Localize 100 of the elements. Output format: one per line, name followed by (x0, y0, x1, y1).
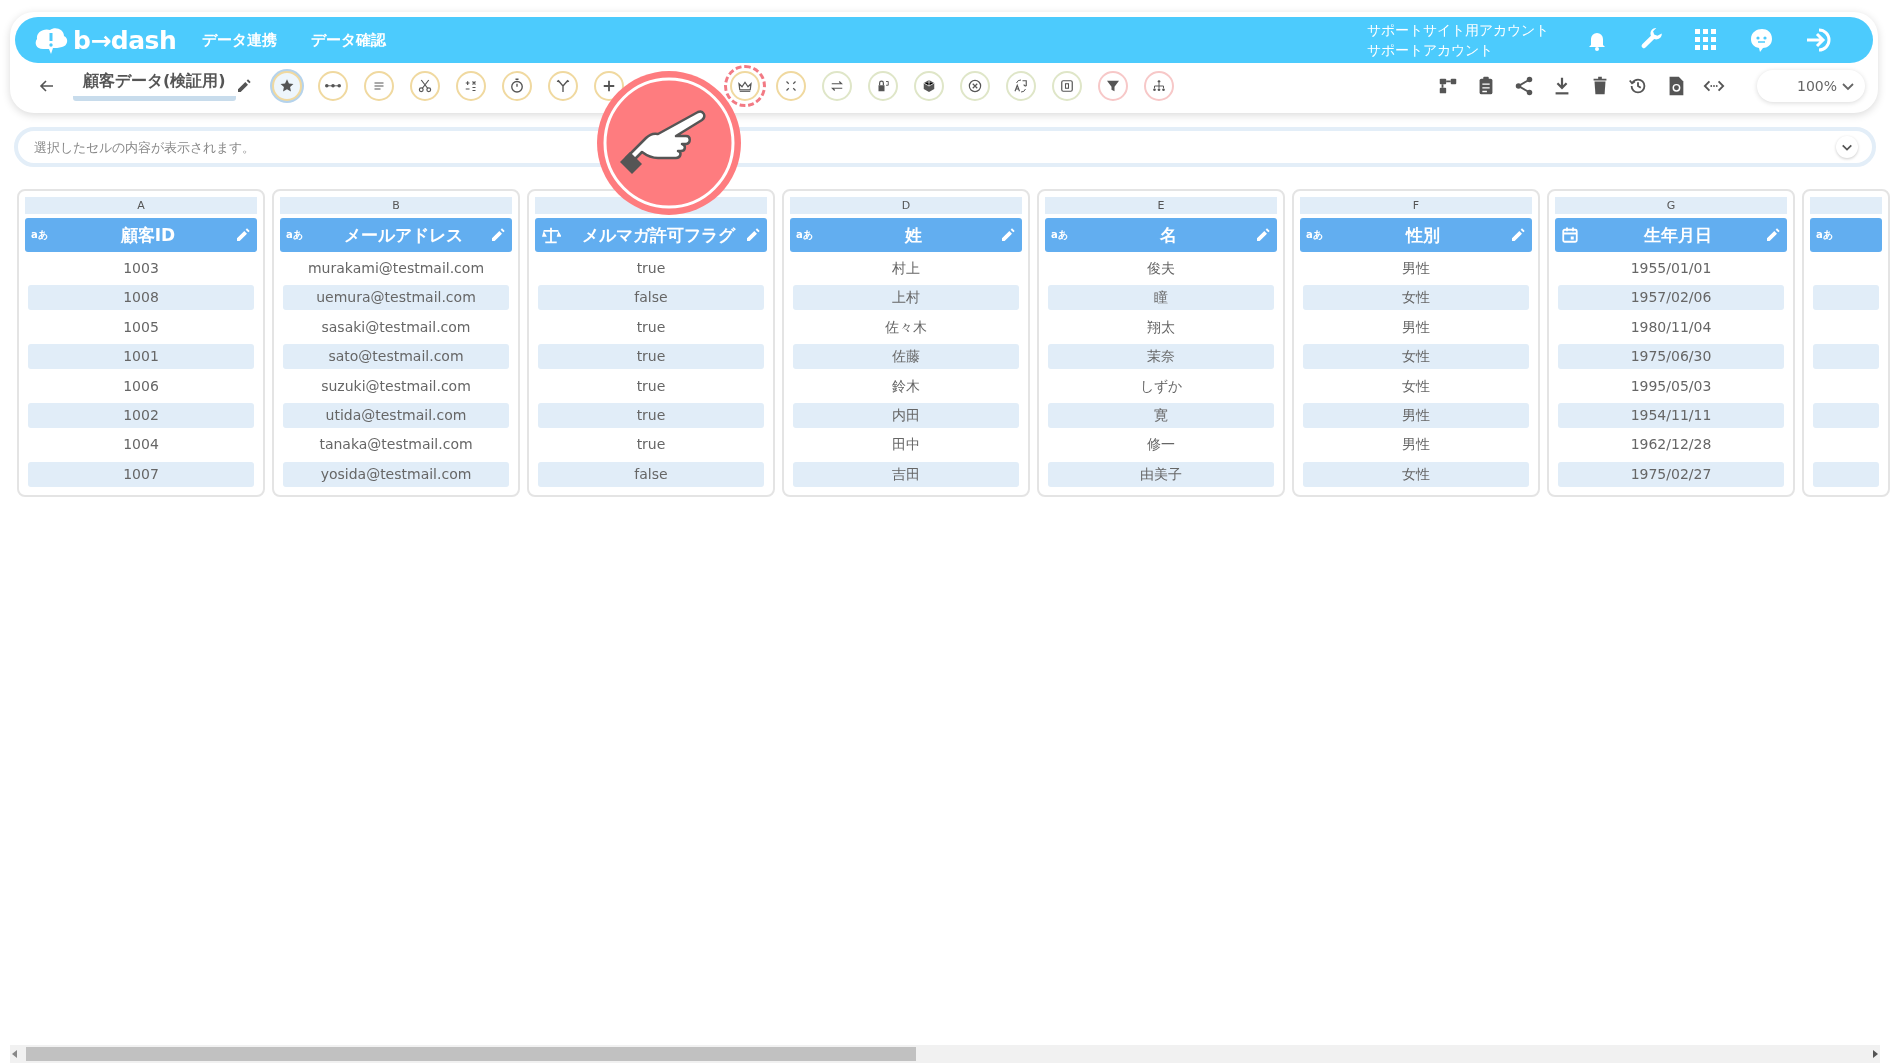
empty-cell[interactable] (1813, 344, 1879, 370)
table-cell[interactable]: 佐々木 (793, 314, 1019, 340)
table-cell[interactable]: 1975/06/30 (1558, 344, 1784, 370)
table-cell[interactable]: murakami@testmail.com (283, 256, 509, 281)
table-cell[interactable]: 修一 (1048, 432, 1274, 458)
column-title: メールアドレス (342, 223, 464, 247)
dots-tool-button[interactable] (317, 71, 348, 101)
table-cell[interactable]: true (538, 402, 764, 428)
table-cell[interactable]: 男性 (1303, 432, 1529, 458)
logo-text: b→dash (73, 25, 177, 55)
table-cell[interactable]: sato@testmail.com (283, 344, 509, 370)
table-cell[interactable]: false (538, 285, 764, 311)
cell-content-field[interactable]: 選択したセルの内容が表示されます。 (14, 127, 1876, 167)
cancel-tool-button[interactable] (959, 71, 990, 101)
empty-cell[interactable] (1813, 402, 1879, 428)
star-tool-button[interactable] (271, 71, 302, 101)
text-type-mark: aあ (1306, 228, 1324, 242)
scroll-left-icon[interactable] (10, 1049, 20, 1059)
lock-tool-button[interactable] (867, 71, 898, 101)
table-cell[interactable]: sasaki@testmail.com (283, 314, 509, 340)
table-cell[interactable]: tanaka@testmail.com (283, 432, 509, 458)
table-cell[interactable]: 佐藤 (793, 344, 1019, 370)
table-cell[interactable]: 1006 (28, 373, 254, 399)
table-cell[interactable]: 1975/02/27 (1558, 461, 1784, 487)
table-cell[interactable]: true (538, 373, 764, 399)
hierarchy-tool-button[interactable] (1143, 71, 1174, 101)
table-cell[interactable]: true (538, 256, 764, 281)
share-icon[interactable] (1513, 75, 1535, 97)
zoom-select[interactable]: 100% (1757, 70, 1865, 102)
box-tool-button[interactable] (913, 71, 944, 101)
table-cell[interactable]: 1007 (28, 461, 254, 487)
table-cell[interactable]: 男性 (1303, 402, 1529, 428)
zero-box-tool-button[interactable] (1051, 71, 1082, 101)
table-cell[interactable]: yosida@testmail.com (283, 461, 509, 487)
dataset-title: 顧客データ(検証用) (73, 71, 236, 101)
account-name: サポートアカウント (1367, 41, 1494, 60)
table-cell[interactable]: true (538, 314, 764, 340)
scroll-right-icon[interactable] (1870, 1049, 1880, 1059)
table-cell[interactable]: 上村 (793, 285, 1019, 311)
table-cell[interactable]: 1005 (28, 314, 254, 340)
table-cell[interactable]: uemura@testmail.com (283, 285, 509, 311)
table-cell[interactable]: true (538, 432, 764, 458)
table-cell[interactable]: 女性 (1303, 285, 1529, 311)
empty-cell[interactable] (1813, 285, 1879, 311)
cell-content-input[interactable]: 選択したセルの内容が表示されます。 (32, 138, 1836, 156)
column-letter: E (1045, 197, 1277, 214)
text-type-mark: aあ (31, 228, 49, 242)
table-cell[interactable]: 1995/05/03 (1558, 373, 1784, 399)
table-cell[interactable]: 女性 (1303, 373, 1529, 399)
expand-button[interactable] (1836, 136, 1858, 158)
table-cell[interactable]: 内田 (793, 402, 1019, 428)
translate-tool-button[interactable] (1005, 71, 1036, 101)
back-arrow-icon[interactable] (39, 78, 55, 94)
table-cell[interactable]: 1002 (28, 402, 254, 428)
empty-cell[interactable] (1813, 461, 1879, 487)
table-cell[interactable]: 寛 (1048, 402, 1274, 428)
table-cell[interactable]: 俊夫 (1048, 256, 1274, 281)
text-type-mark: aあ (1051, 228, 1069, 242)
table-cell[interactable]: 1957/02/06 (1558, 285, 1784, 311)
column-title: 顧客ID (119, 223, 177, 247)
cloud-logo-icon (33, 25, 69, 55)
table-cell[interactable]: 男性 (1303, 256, 1529, 281)
swap-tool-button[interactable] (821, 71, 852, 101)
table-cell[interactable]: 茉奈 (1048, 344, 1274, 370)
table-cell[interactable]: 1955/01/01 (1558, 256, 1784, 281)
pencil-icon[interactable] (235, 78, 252, 94)
fork-tool-button[interactable] (547, 71, 578, 101)
table-cell[interactable]: 1962/12/28 (1558, 432, 1784, 458)
column-letter-bar (1810, 197, 1882, 214)
column-title: メルマガ許可フラグ (580, 223, 737, 247)
table-cell[interactable]: 村上 (793, 256, 1019, 281)
table-cell[interactable]: 吉田 (793, 461, 1019, 487)
table-cell[interactable]: 女性 (1303, 344, 1529, 370)
table-cell[interactable]: 1980/11/04 (1558, 314, 1784, 340)
table-cell[interactable]: true (538, 344, 764, 370)
table-cell[interactable]: 1001 (28, 344, 254, 370)
table-cell[interactable]: しずか (1048, 373, 1274, 399)
table-cell[interactable]: utida@testmail.com (283, 402, 509, 428)
scissors-tool-button[interactable] (409, 71, 440, 101)
plus-tool-button[interactable] (593, 71, 624, 101)
table-cell[interactable]: 瞳 (1048, 285, 1274, 311)
scrollbar-thumb[interactable] (26, 1047, 916, 1061)
table-cell[interactable]: suzuki@testmail.com (283, 373, 509, 399)
table-cell[interactable]: 由美子 (1048, 461, 1274, 487)
table-cell[interactable]: 田中 (793, 432, 1019, 458)
column-letter: F (1300, 197, 1532, 214)
column-title: 生年月日 (1643, 223, 1713, 247)
table-cell[interactable]: 男性 (1303, 314, 1529, 340)
table-cell[interactable]: 1003 (28, 256, 254, 281)
column-letter: D (790, 197, 1022, 214)
table-cell[interactable]: 1004 (28, 432, 254, 458)
table-cell[interactable]: 女性 (1303, 461, 1529, 487)
table-cell[interactable]: 翔太 (1048, 314, 1274, 340)
table-cell[interactable]: 1008 (28, 285, 254, 311)
stopwatch-tool-button[interactable] (501, 71, 532, 101)
filter-tool-button[interactable] (1097, 71, 1128, 101)
text-type-mark: aあ (1816, 228, 1834, 242)
table-cell[interactable]: 1954/11/11 (1558, 402, 1784, 428)
table-cell[interactable]: 鈴木 (793, 373, 1019, 399)
table-cell[interactable]: false (538, 461, 764, 487)
